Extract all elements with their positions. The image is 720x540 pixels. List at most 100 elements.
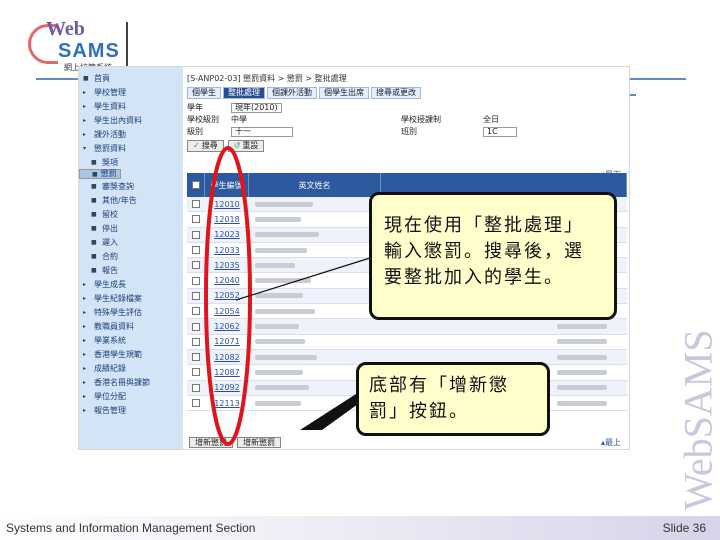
row-select-cell: [187, 335, 205, 349]
sidebar-item[interactable]: ▸ 學生成長: [79, 278, 183, 292]
chevron-icon: ▸: [83, 309, 87, 316]
regno-cell: 12113: [205, 396, 249, 410]
redacted-value: [557, 400, 607, 406]
add-punishment-button-left[interactable]: 增新懲罰: [189, 437, 233, 448]
tab-batch-processing[interactable]: 整批處理: [223, 87, 265, 99]
regno-link[interactable]: 12035: [214, 261, 239, 270]
sidebar-item-label: 留校: [102, 210, 118, 219]
sidebar-item[interactable]: ▸ 香港學生規範: [79, 348, 183, 362]
row-checkbox[interactable]: [192, 307, 200, 316]
chevron-icon: ▸: [83, 365, 87, 372]
sidebar-item-label: 成績紀錄: [94, 364, 126, 373]
sidebar-item[interactable]: ■ 遲入: [79, 236, 183, 250]
name-cell: [249, 304, 381, 318]
row-select-cell: [187, 243, 205, 257]
year-label: 學年: [187, 103, 203, 112]
regno-link[interactable]: 12033: [214, 246, 239, 255]
regno-cell: 12018: [205, 212, 249, 226]
row-checkbox[interactable]: [192, 322, 200, 331]
session-label: 學校授課制: [401, 115, 441, 124]
row-checkbox[interactable]: [192, 276, 200, 285]
class-level-label: 級別: [187, 127, 203, 136]
row-checkbox[interactable]: [192, 200, 200, 209]
name-cell: [249, 212, 381, 226]
bullet-icon: ■: [91, 211, 97, 218]
sidebar-item-label: 報告: [102, 266, 118, 275]
sidebar-item[interactable]: ■ 其他/年告: [79, 194, 183, 208]
sidebar-item[interactable]: ▸ 報告管理: [79, 404, 183, 418]
select-all-checkbox[interactable]: [191, 181, 200, 189]
sidebar-item[interactable]: ▸ 學位分配: [79, 390, 183, 404]
table-row: 12071: [187, 335, 627, 350]
reset-icon: ↺: [233, 141, 241, 150]
row-checkbox[interactable]: [192, 246, 200, 255]
regno-link[interactable]: 12062: [214, 322, 239, 331]
regno-link[interactable]: 12082: [214, 353, 239, 362]
row-checkbox[interactable]: [192, 291, 200, 300]
chevron-icon: ▸: [83, 102, 87, 110]
regno-link[interactable]: 12092: [214, 383, 239, 392]
year-select[interactable]: 現年(2010): [231, 102, 282, 113]
row-checkbox[interactable]: [192, 215, 200, 224]
name-cell: [249, 258, 381, 272]
sidebar-item-label: 學生資料: [94, 101, 126, 111]
regno-link[interactable]: 12023: [214, 230, 239, 239]
regno-link[interactable]: 12040: [214, 276, 239, 285]
regno-link[interactable]: 12113: [214, 399, 239, 408]
sidebar-item[interactable]: ▸ 成績紀錄: [79, 362, 183, 376]
sidebar-item[interactable]: ■ 停出: [79, 222, 183, 236]
tab-bar: 個學生 整批處理 個課外活動 個學生出席 搜尋或更改: [187, 87, 627, 99]
add-punishment-button[interactable]: 增新懲罰: [237, 437, 281, 448]
reset-button[interactable]: ↺ 重設: [227, 140, 265, 152]
tab-student-attendance[interactable]: 個學生出席: [319, 87, 369, 99]
regno-link[interactable]: 12018: [214, 215, 239, 224]
sidebar-item[interactable]: ■ 懲罰: [79, 169, 121, 179]
sidebar-item[interactable]: ▾ 懲罰資料: [79, 141, 183, 155]
regno-link[interactable]: 12052: [214, 291, 239, 300]
row-select-cell: [187, 365, 205, 379]
redacted-name: [255, 262, 295, 268]
row-checkbox[interactable]: [192, 383, 200, 392]
sidebar-item[interactable]: ▸ 特殊學生評估: [79, 306, 183, 320]
sidebar-item[interactable]: ■ 首頁: [79, 71, 183, 85]
name-cell: [249, 273, 381, 287]
search-button[interactable]: ✓ 搜尋: [187, 140, 224, 152]
sidebar-item[interactable]: ▸ 香港名冊與課節: [79, 376, 183, 390]
tab-individual-student[interactable]: 個學生: [187, 87, 221, 99]
to-top-link[interactable]: ▴最上: [601, 437, 621, 448]
row-checkbox[interactable]: [192, 368, 200, 377]
sidebar-item[interactable]: ▸ 教職員資料: [79, 320, 183, 334]
tab-search-edit[interactable]: 搜尋或更改: [371, 87, 421, 99]
redacted-name: [255, 293, 303, 299]
sidebar-item[interactable]: ■ 獎項: [79, 155, 183, 169]
row-checkbox[interactable]: [192, 230, 200, 239]
sidebar-item[interactable]: ▸ 學校管理: [79, 85, 183, 99]
sidebar-item[interactable]: ■ 審獎查詢: [79, 180, 183, 194]
class-level-select[interactable]: 十一: [231, 126, 293, 137]
class-select[interactable]: 1C: [483, 126, 517, 137]
regno-link[interactable]: 12087: [214, 368, 239, 377]
sidebar-item[interactable]: ■ 報告: [79, 264, 183, 278]
sidebar-item[interactable]: ■ 留校: [79, 208, 183, 222]
row-checkbox[interactable]: [192, 337, 200, 346]
sidebar-item[interactable]: ▸ 課外活動: [79, 127, 183, 141]
row-checkbox[interactable]: [192, 399, 200, 407]
sidebar-item[interactable]: ■ 合約: [79, 250, 183, 264]
sidebar-item[interactable]: ▸ 學業系統: [79, 334, 183, 348]
name-cell: [249, 243, 381, 257]
sidebar-item-label: 特殊學生評估: [94, 308, 142, 317]
sidebar-item[interactable]: ▸ 學生紀錄檔案: [79, 292, 183, 306]
bullet-icon: ■: [91, 253, 97, 260]
callout-batch-hint: 現在使用「整批處理」輸入懲罰。搜尋後，選要整批加入的學生。: [369, 192, 617, 320]
bullet-icon: ■: [91, 225, 97, 232]
regno-link[interactable]: 12071: [214, 337, 239, 346]
regno-link[interactable]: 12054: [214, 307, 239, 316]
row-checkbox[interactable]: [192, 261, 200, 270]
sidebar-item[interactable]: ▸ 學生資料: [79, 99, 183, 113]
bullet-icon: ■: [83, 74, 89, 82]
row-checkbox[interactable]: [192, 353, 200, 362]
regno-link[interactable]: 12010: [214, 200, 239, 209]
bullet-icon: ■: [91, 158, 97, 166]
sidebar-item[interactable]: ▸ 學生出內資料: [79, 113, 183, 127]
tab-individual-activity[interactable]: 個課外活動: [267, 87, 317, 99]
